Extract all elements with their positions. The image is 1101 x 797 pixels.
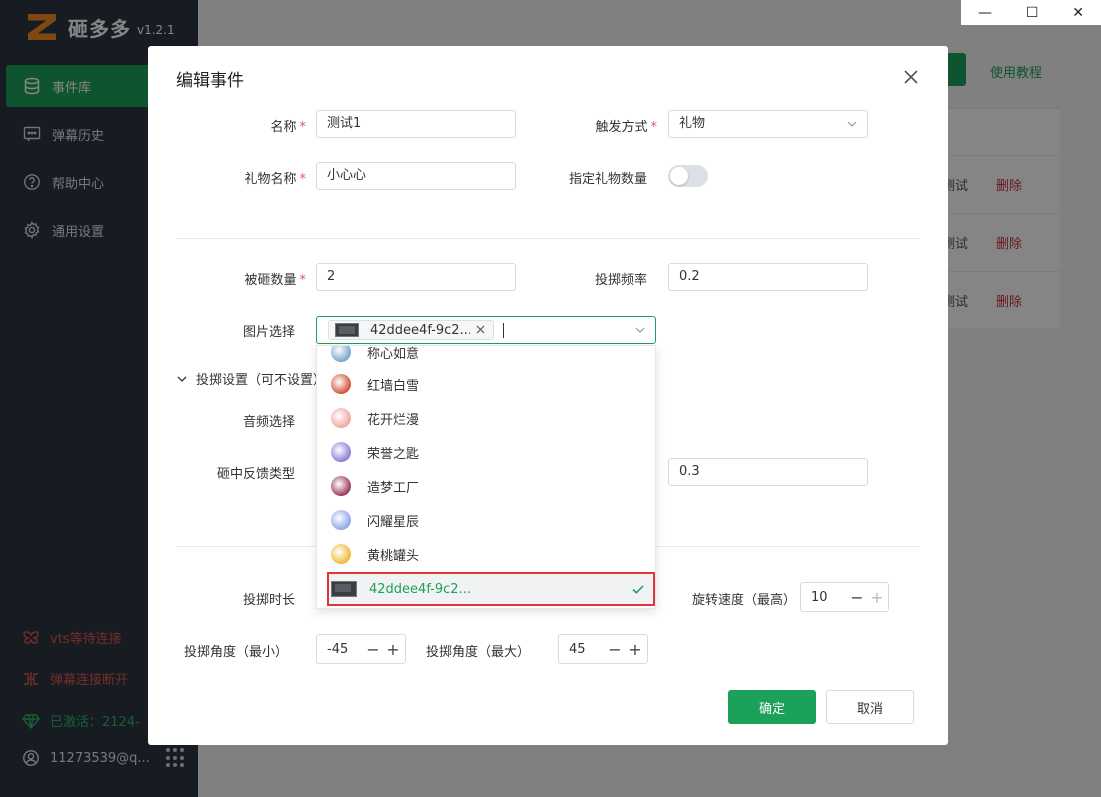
close-icon[interactable]	[900, 66, 922, 88]
gift-icon	[331, 476, 351, 496]
hit-count-label: 被砸数量 *	[244, 273, 306, 288]
name-input[interactable]: 测试1	[316, 110, 516, 138]
remove-tag-icon[interactable]	[476, 325, 485, 334]
confirm-button[interactable]: 确定	[728, 690, 816, 724]
cancel-button[interactable]: 取消	[826, 690, 914, 724]
gift-icon	[331, 510, 351, 530]
hit-count-input[interactable]: 2	[316, 263, 516, 291]
image-thumbnail	[335, 323, 359, 337]
image-dropdown-list: 称心如意 红墙白雪 花开烂漫 荣誉之匙 造梦工厂 闪耀星辰 黄桃罐头 42dde…	[316, 345, 656, 609]
throw-settings-toggle[interactable]: 投掷设置（可不设置）	[176, 369, 326, 388]
dropdown-option[interactable]: 荣誉之匙	[317, 435, 655, 469]
rotate-speed-max-stepper[interactable]: 10 − +	[800, 582, 889, 612]
rotate-speed-max-label: 旋转速度（最高）	[691, 593, 796, 608]
chevron-down-icon	[847, 121, 857, 127]
stepper-value: -45	[327, 641, 349, 657]
angle-max-stepper[interactable]: 45 − +	[558, 634, 648, 664]
image-thumbnail	[331, 581, 357, 597]
feedback-value-input[interactable]: 0.3	[668, 458, 868, 486]
window-controls: — ☐ ✕	[961, 0, 1101, 25]
minimize-icon[interactable]: —	[978, 5, 992, 21]
selected-image-tag: 42ddee4f-9c2...	[328, 320, 494, 340]
maximize-icon[interactable]: ☐	[1026, 5, 1039, 21]
minus-icon[interactable]: −	[363, 640, 383, 659]
text-caret	[503, 323, 504, 338]
dropdown-option-selected[interactable]: 42ddee4f-9c2...	[327, 572, 655, 606]
dropdown-option[interactable]: 造梦工厂	[317, 469, 655, 503]
chevron-down-icon	[635, 327, 645, 333]
dialog-title: 编辑事件	[176, 71, 244, 91]
dropdown-option[interactable]: 黄桃罐头	[317, 537, 655, 571]
gift-icon	[331, 544, 351, 564]
gift-icon	[331, 408, 351, 428]
stepper-value: 45	[569, 641, 586, 657]
minus-icon[interactable]: −	[605, 640, 625, 659]
gift-icon	[331, 442, 351, 462]
angle-min-stepper[interactable]: -45 − +	[316, 634, 406, 664]
minus-icon[interactable]: −	[847, 588, 867, 607]
throw-duration-label: 投掷时长	[242, 593, 295, 608]
dropdown-option[interactable]: 称心如意	[317, 346, 655, 369]
audio-label: 音频选择	[242, 415, 295, 430]
throw-settings-label: 投掷设置（可不设置）	[196, 373, 327, 388]
image-multiselect[interactable]: 42ddee4f-9c2...	[316, 316, 656, 344]
check-icon	[632, 585, 644, 594]
gift-name-input[interactable]: 小心心	[316, 162, 516, 190]
gift-count-toggle[interactable]	[668, 165, 708, 187]
chevron-down-icon	[177, 376, 187, 382]
throw-freq-label: 投掷频率	[594, 273, 647, 288]
gift-icon	[331, 374, 351, 394]
trigger-select[interactable]: 礼物	[668, 110, 868, 138]
close-window-icon[interactable]: ✕	[1072, 5, 1084, 21]
section-divider	[176, 238, 920, 239]
gift-count-label: 指定礼物数量	[568, 172, 647, 187]
image-select-label: 图片选择	[242, 325, 295, 340]
dropdown-option[interactable]: 闪耀星辰	[317, 503, 655, 537]
plus-icon[interactable]: +	[867, 588, 887, 607]
angle-max-label: 投掷角度（最大）	[425, 645, 530, 660]
name-label: 名称 *	[270, 120, 306, 135]
stepper-value: 10	[811, 589, 828, 605]
angle-min-label: 投掷角度（最小）	[183, 645, 288, 660]
dropdown-option[interactable]: 红墙白雪	[317, 367, 655, 401]
throw-freq-input[interactable]: 0.2	[668, 263, 868, 291]
gift-icon	[331, 346, 351, 362]
trigger-label: 触发方式 *	[595, 120, 657, 135]
selected-image-label: 42ddee4f-9c2...	[370, 322, 470, 338]
gift-name-label: 礼物名称 *	[244, 172, 306, 187]
dropdown-option[interactable]: 花开烂漫	[317, 401, 655, 435]
plus-icon[interactable]: +	[625, 640, 645, 659]
edit-event-dialog: 编辑事件 名称 * 测试1 触发方式 * 礼物 礼物名称 * 小心心 指定礼物数量 被…	[148, 46, 948, 745]
feedback-label: 砸中反馈类型	[216, 467, 295, 482]
plus-icon[interactable]: +	[383, 640, 403, 659]
